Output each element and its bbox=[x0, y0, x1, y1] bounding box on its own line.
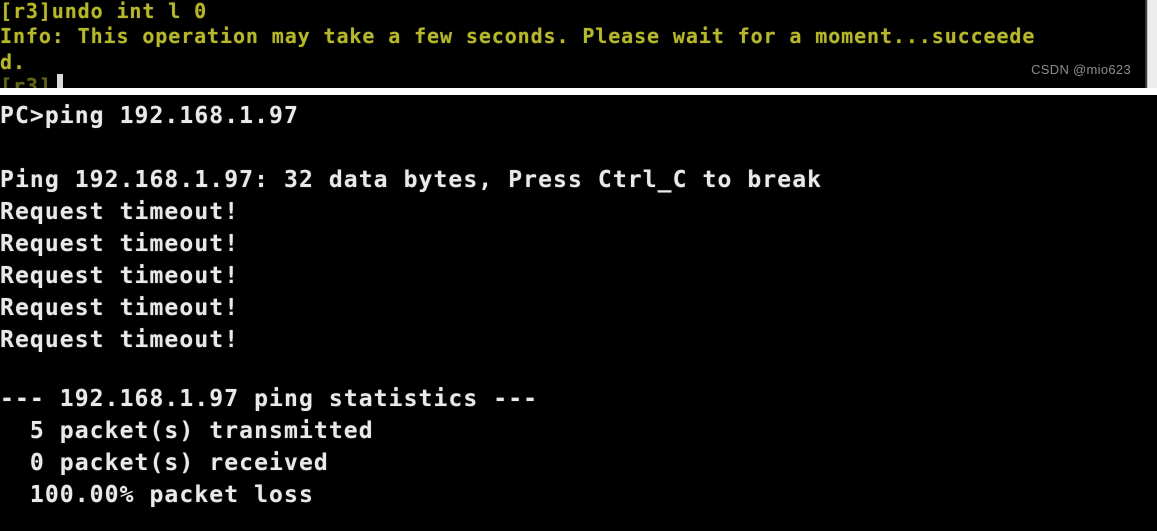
watermark-top: CSDN @mio623 bbox=[1031, 62, 1131, 77]
text-cursor bbox=[57, 74, 63, 88]
ping-output-line: --- 192.168.1.97 ping statistics --- bbox=[0, 386, 539, 412]
ping-output-line: Request timeout! bbox=[0, 263, 240, 289]
router-cli-console[interactable]: [r3]undo int l 0 Info: This operation ma… bbox=[0, 0, 1157, 88]
router-cli-viewport[interactable]: [r3]undo int l 0 Info: This operation ma… bbox=[0, 0, 1145, 88]
panel-separator bbox=[0, 88, 1157, 95]
ping-output-line: Request timeout! bbox=[0, 327, 240, 353]
ping-output-line: Request timeout! bbox=[0, 199, 240, 225]
cli-line-command: [r3]undo int l 0 bbox=[0, 0, 208, 23]
ping-output-line: Ping 192.168.1.97: 32 data bytes, Press … bbox=[0, 167, 823, 193]
cli-line-prompt-clipped: [r3] bbox=[0, 74, 52, 88]
ping-output-line: PC>ping 192.168.1.97 bbox=[0, 103, 299, 129]
cli-line-info-wrap: d. bbox=[0, 50, 26, 74]
ping-output-line: 0 packet(s) received bbox=[0, 450, 329, 476]
screenshot-root: [r3]undo int l 0 Info: This operation ma… bbox=[0, 0, 1157, 531]
ping-output-line: 100.00% packet loss bbox=[0, 482, 314, 508]
ping-output-line: Request timeout! bbox=[0, 231, 240, 257]
ping-output-line: 5 packet(s) transmitted bbox=[0, 418, 374, 444]
cli-line-info: Info: This operation may take a few seco… bbox=[0, 24, 1036, 48]
ping-output-line: Request timeout! bbox=[0, 295, 240, 321]
vertical-scrollbar[interactable] bbox=[1147, 0, 1157, 88]
pc-ping-console[interactable]: PC>ping 192.168.1.97 Ping 192.168.1.97: 3… bbox=[0, 95, 1157, 531]
